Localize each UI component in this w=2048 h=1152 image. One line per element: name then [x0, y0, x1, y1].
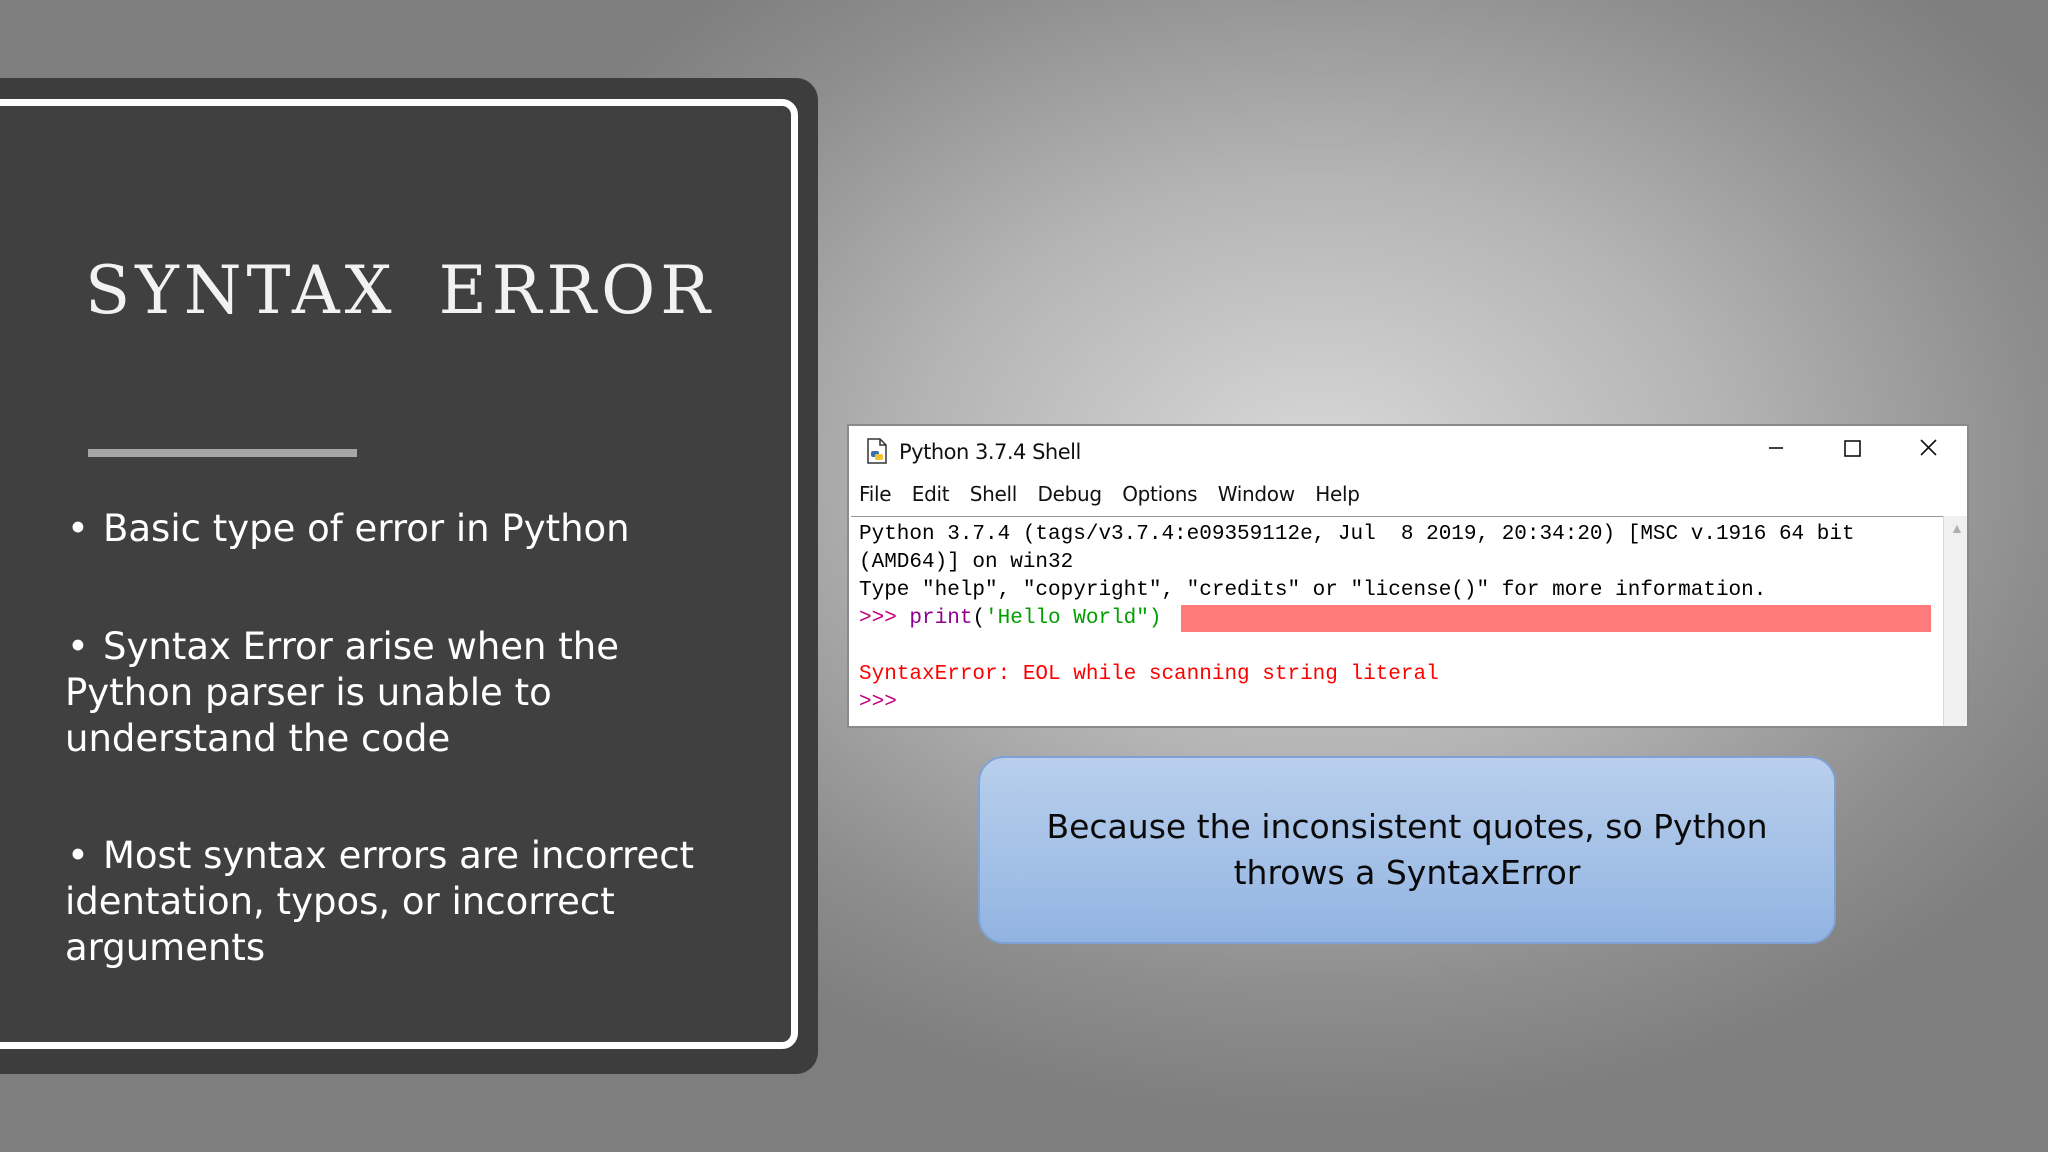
- syntax-error-message: SyntaxError: EOL while scanning string l…: [859, 663, 1439, 686]
- menu-shell[interactable]: Shell: [970, 482, 1018, 506]
- bullet-icon: •: [67, 507, 89, 550]
- callout-text: Because the inconsistent quotes, so Pyth…: [1046, 807, 1768, 892]
- menu-bar: File Edit Shell Debug Options Window Hel…: [859, 482, 1376, 512]
- menu-file[interactable]: File: [859, 482, 892, 506]
- error-highlight: [1181, 605, 1931, 632]
- minimize-icon[interactable]: [1754, 432, 1798, 464]
- bullet-text: Syntax Error arise when the Python parse…: [65, 625, 619, 760]
- bullet-text: Most syntax errors are incorrect identat…: [65, 834, 695, 969]
- menu-options[interactable]: Options: [1122, 482, 1197, 506]
- code-paren: (: [972, 607, 986, 630]
- menu-edit[interactable]: Edit: [912, 482, 950, 506]
- close-icon[interactable]: [1907, 432, 1951, 464]
- vertical-scrollbar[interactable]: ▲: [1943, 516, 1967, 726]
- code-string: 'Hello World"): [985, 607, 1162, 630]
- menu-window[interactable]: Window: [1218, 482, 1295, 506]
- window-titlebar[interactable]: Python 3.7.4 Shell: [849, 426, 1967, 470]
- console-banner-line: Python 3.7.4 (tags/v3.7.4:e09359112e, Ju…: [859, 523, 1855, 546]
- bullet-icon: •: [67, 834, 89, 877]
- console-prompt: >>>: [859, 691, 897, 714]
- bullet-text: Basic type of error in Python: [103, 507, 630, 550]
- console-prompt: >>>: [859, 607, 910, 630]
- python-idle-icon: [865, 438, 889, 464]
- console-banner-line: (AMD64)] on win32: [859, 551, 1074, 574]
- explanation-callout: Because the inconsistent quotes, so Pyth…: [978, 756, 1836, 944]
- menu-debug[interactable]: Debug: [1037, 482, 1102, 506]
- maximize-icon[interactable]: [1830, 432, 1874, 464]
- shell-console[interactable]: Python 3.7.4 (tags/v3.7.4:e09359112e, Ju…: [851, 516, 1943, 724]
- title-underline: [88, 449, 357, 457]
- bullet-item: • Most syntax errors are incorrect identa…: [65, 833, 745, 971]
- bullet-item: • Syntax Error arise when the Python pars…: [65, 624, 745, 762]
- bullet-item: • Basic type of error in Python: [65, 506, 630, 552]
- bullet-icon: •: [67, 625, 89, 668]
- slide-title: SYNTAX ERROR: [85, 252, 715, 329]
- code-function: print: [909, 607, 973, 630]
- scroll-up-icon[interactable]: ▲: [1950, 520, 1964, 536]
- console-input-line: >>> print('Hello World"): [859, 607, 1161, 630]
- menu-help[interactable]: Help: [1315, 482, 1360, 506]
- window-title: Python 3.7.4 Shell: [899, 440, 1081, 464]
- console-banner-line: Type "help", "copyright", "credits" or "…: [859, 579, 1767, 602]
- python-shell-window: Python 3.7.4 Shell File Edit Shell Debug…: [847, 424, 1969, 728]
